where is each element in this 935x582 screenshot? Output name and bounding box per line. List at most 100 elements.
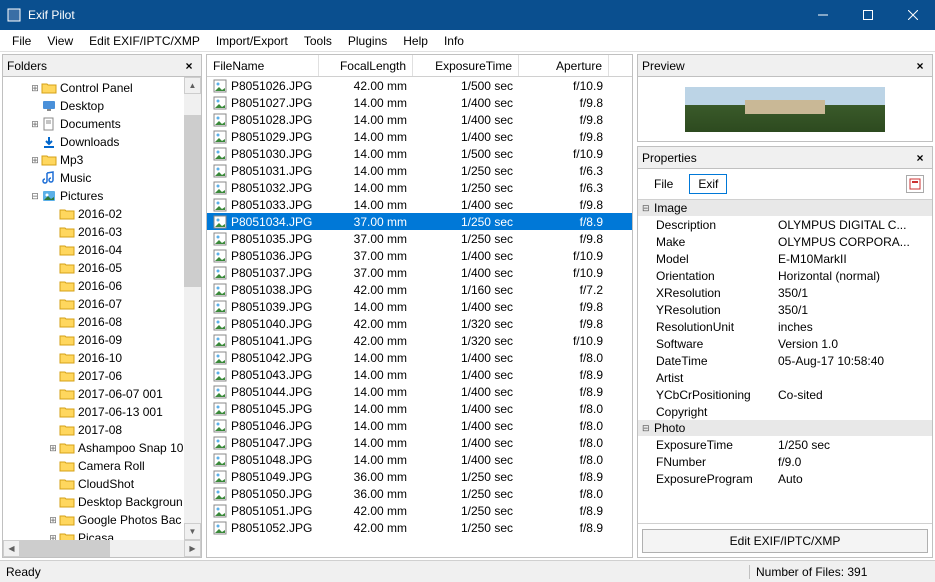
file-row[interactable]: P8051046.JPG14.00 mm1/400 secf/8.0 bbox=[207, 417, 632, 434]
property-row[interactable]: ExposureTime1/250 sec bbox=[638, 436, 932, 453]
tree-item[interactable]: 2016-03 bbox=[3, 223, 201, 241]
tree-item[interactable]: ⊞Documents bbox=[3, 115, 201, 133]
properties-panel-close[interactable]: × bbox=[912, 150, 928, 166]
property-row[interactable]: Artist bbox=[638, 369, 932, 386]
scroll-down-button[interactable]: ▼ bbox=[184, 523, 201, 540]
tree-item[interactable]: CloudShot bbox=[3, 475, 201, 493]
collapse-icon[interactable]: ⊟ bbox=[642, 203, 654, 214]
expand-icon[interactable]: ⊞ bbox=[47, 515, 59, 526]
tree-item[interactable]: 2016-04 bbox=[3, 241, 201, 259]
expand-icon[interactable]: ⊞ bbox=[29, 119, 41, 130]
scroll-left-button[interactable]: ◀ bbox=[3, 540, 20, 557]
tree-item[interactable]: ⊞Picasa bbox=[3, 529, 201, 540]
property-row[interactable]: MakeOLYMPUS CORPORA... bbox=[638, 233, 932, 250]
edit-exif-button[interactable]: Edit EXIF/IPTC/XMP bbox=[642, 529, 928, 553]
tree-item[interactable]: ⊞Control Panel bbox=[3, 79, 201, 97]
tree-item[interactable]: 2016-02 bbox=[3, 205, 201, 223]
menu-help[interactable]: Help bbox=[395, 32, 436, 50]
tree-item[interactable]: Desktop bbox=[3, 97, 201, 115]
scroll-up-button[interactable]: ▲ bbox=[184, 77, 201, 94]
maximize-button[interactable] bbox=[845, 0, 890, 30]
file-row[interactable]: P8051036.JPG37.00 mm1/400 secf/10.9 bbox=[207, 247, 632, 264]
tree-item[interactable]: 2017-06-07 001 bbox=[3, 385, 201, 403]
property-row[interactable]: ModelE-M10MarkII bbox=[638, 250, 932, 267]
property-group[interactable]: ⊟Image bbox=[638, 200, 932, 216]
property-row[interactable]: OrientationHorizontal (normal) bbox=[638, 267, 932, 284]
column-header-filename[interactable]: FileName bbox=[207, 55, 319, 76]
menu-plugins[interactable]: Plugins bbox=[340, 32, 395, 50]
folders-panel-close[interactable]: × bbox=[181, 58, 197, 74]
scroll-thumb[interactable] bbox=[184, 115, 201, 287]
menu-file[interactable]: File bbox=[4, 32, 39, 50]
file-row[interactable]: P8051045.JPG14.00 mm1/400 secf/8.0 bbox=[207, 400, 632, 417]
expand-icon[interactable]: ⊞ bbox=[47, 443, 59, 454]
file-row[interactable]: P8051041.JPG42.00 mm1/320 secf/10.9 bbox=[207, 332, 632, 349]
file-row[interactable]: P8051032.JPG14.00 mm1/250 secf/6.3 bbox=[207, 179, 632, 196]
tree-item[interactable]: 2016-05 bbox=[3, 259, 201, 277]
file-row[interactable]: P8051037.JPG37.00 mm1/400 secf/10.9 bbox=[207, 264, 632, 281]
scroll-right-button[interactable]: ▶ bbox=[184, 540, 201, 557]
tree-item[interactable]: 2016-10 bbox=[3, 349, 201, 367]
property-row[interactable]: YResolution350/1 bbox=[638, 301, 932, 318]
file-row[interactable]: P8051027.JPG14.00 mm1/400 secf/9.8 bbox=[207, 94, 632, 111]
tree-scrollbar-h[interactable]: ◀ ▶ bbox=[3, 540, 201, 557]
column-header-aperture[interactable]: Aperture bbox=[519, 55, 609, 76]
tree-item[interactable]: 2017-06-13 001 bbox=[3, 403, 201, 421]
tree-item[interactable]: ⊟Pictures bbox=[3, 187, 201, 205]
tree-item[interactable]: Downloads bbox=[3, 133, 201, 151]
column-header-focallength[interactable]: FocalLength bbox=[319, 55, 413, 76]
tree-item[interactable]: 2016-09 bbox=[3, 331, 201, 349]
menu-tools[interactable]: Tools bbox=[296, 32, 340, 50]
file-row[interactable]: P8051029.JPG14.00 mm1/400 secf/9.8 bbox=[207, 128, 632, 145]
file-row[interactable]: P8051028.JPG14.00 mm1/400 secf/9.8 bbox=[207, 111, 632, 128]
grid-body[interactable]: P8051026.JPG42.00 mm1/500 secf/10.9P8051… bbox=[207, 77, 632, 557]
file-row[interactable]: P8051052.JPG42.00 mm1/250 secf/8.9 bbox=[207, 519, 632, 536]
tree-item[interactable]: Desktop Backgroun bbox=[3, 493, 201, 511]
column-header-exposuretime[interactable]: ExposureTime bbox=[413, 55, 519, 76]
file-row[interactable]: P8051039.JPG14.00 mm1/400 secf/9.8 bbox=[207, 298, 632, 315]
expand-icon[interactable]: ⊞ bbox=[29, 83, 41, 94]
property-group[interactable]: ⊟Photo bbox=[638, 420, 932, 436]
menu-view[interactable]: View bbox=[39, 32, 81, 50]
tree-item[interactable]: ⊞Ashampoo Snap 10 bbox=[3, 439, 201, 457]
menu-info[interactable]: Info bbox=[436, 32, 472, 50]
file-row[interactable]: P8051040.JPG42.00 mm1/320 secf/9.8 bbox=[207, 315, 632, 332]
file-row[interactable]: P8051042.JPG14.00 mm1/400 secf/8.0 bbox=[207, 349, 632, 366]
tree-item[interactable]: Camera Roll bbox=[3, 457, 201, 475]
tree-item[interactable]: 2016-08 bbox=[3, 313, 201, 331]
file-row[interactable]: P8051031.JPG14.00 mm1/250 secf/6.3 bbox=[207, 162, 632, 179]
tree-scrollbar-v[interactable]: ▲ ▼ bbox=[184, 77, 201, 540]
property-row[interactable]: DateTime05-Aug-17 10:58:40 bbox=[638, 352, 932, 369]
expand-icon[interactable]: ⊞ bbox=[29, 155, 41, 166]
scroll-thumb-h[interactable] bbox=[20, 540, 110, 557]
file-row[interactable]: P8051034.JPG37.00 mm1/250 secf/8.9 bbox=[207, 213, 632, 230]
tab-file[interactable]: File bbox=[646, 175, 681, 193]
tree-item[interactable]: Music bbox=[3, 169, 201, 187]
menu-import-export[interactable]: Import/Export bbox=[208, 32, 296, 50]
properties-options-button[interactable] bbox=[906, 175, 924, 193]
file-row[interactable]: P8051035.JPG37.00 mm1/250 secf/9.8 bbox=[207, 230, 632, 247]
file-row[interactable]: P8051048.JPG14.00 mm1/400 secf/8.0 bbox=[207, 451, 632, 468]
tree-item[interactable]: 2016-06 bbox=[3, 277, 201, 295]
property-row[interactable]: FNumberf/9.0 bbox=[638, 453, 932, 470]
close-button[interactable] bbox=[890, 0, 935, 30]
property-row[interactable]: SoftwareVersion 1.0 bbox=[638, 335, 932, 352]
property-row[interactable]: ExposureProgramAuto bbox=[638, 470, 932, 487]
property-row[interactable]: Copyright bbox=[638, 403, 932, 420]
tree-item[interactable]: ⊞Mp3 bbox=[3, 151, 201, 169]
preview-panel-close[interactable]: × bbox=[912, 58, 928, 74]
file-row[interactable]: P8051026.JPG42.00 mm1/500 secf/10.9 bbox=[207, 77, 632, 94]
collapse-icon[interactable]: ⊟ bbox=[29, 191, 41, 202]
file-row[interactable]: P8051038.JPG42.00 mm1/160 secf/7.2 bbox=[207, 281, 632, 298]
property-row[interactable]: DescriptionOLYMPUS DIGITAL C... bbox=[638, 216, 932, 233]
file-row[interactable]: P8051047.JPG14.00 mm1/400 secf/8.0 bbox=[207, 434, 632, 451]
tree-item[interactable]: 2017-08 bbox=[3, 421, 201, 439]
file-row[interactable]: P8051030.JPG14.00 mm1/500 secf/10.9 bbox=[207, 145, 632, 162]
collapse-icon[interactable]: ⊟ bbox=[642, 423, 654, 434]
tree-item[interactable]: 2017-06 bbox=[3, 367, 201, 385]
file-row[interactable]: P8051044.JPG14.00 mm1/400 secf/8.9 bbox=[207, 383, 632, 400]
tree-item[interactable]: ⊞Google Photos Bac bbox=[3, 511, 201, 529]
expand-icon[interactable]: ⊞ bbox=[47, 533, 59, 541]
tab-exif[interactable]: Exif bbox=[689, 174, 727, 194]
tree-item[interactable]: 2016-07 bbox=[3, 295, 201, 313]
